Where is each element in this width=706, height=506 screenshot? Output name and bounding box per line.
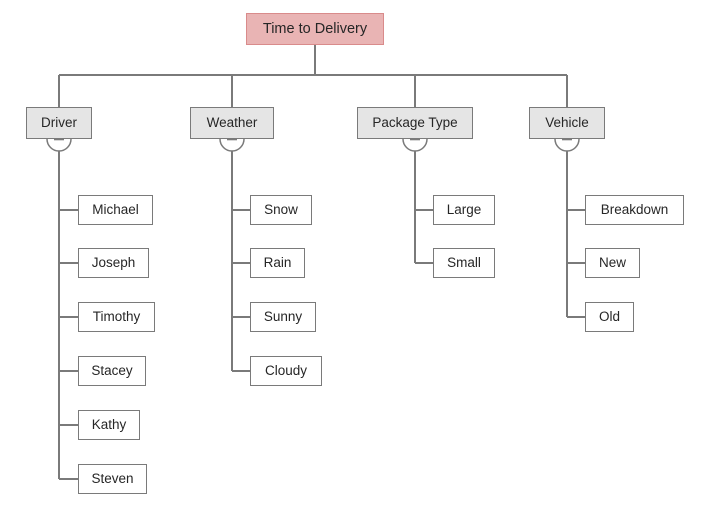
node-label: Time to Delivery xyxy=(262,20,368,37)
node-label: Small xyxy=(447,255,481,271)
node-label: Michael xyxy=(92,202,139,218)
leaf-node-cloudy[interactable]: Cloudy xyxy=(250,356,322,386)
node-label: Rain xyxy=(263,255,292,271)
leaf-node-old[interactable]: Old xyxy=(585,302,634,332)
leaf-node-new[interactable]: New xyxy=(585,248,640,278)
category-node-package-type[interactable]: Package Type xyxy=(357,107,473,139)
leaf-node-steven[interactable]: Steven xyxy=(78,464,147,494)
node-label: Package Type xyxy=(372,115,458,131)
node-label: Large xyxy=(446,202,482,218)
root-node-time-to-delivery[interactable]: Time to Delivery xyxy=(246,13,384,45)
leaf-node-small[interactable]: Small xyxy=(433,248,495,278)
node-label: Stacey xyxy=(91,363,133,379)
node-label: Snow xyxy=(264,202,298,218)
node-label: Old xyxy=(598,309,620,325)
leaf-node-stacey[interactable]: Stacey xyxy=(78,356,146,386)
leaf-node-large[interactable]: Large xyxy=(433,195,495,225)
leaf-node-sunny[interactable]: Sunny xyxy=(250,302,316,332)
leaf-node-timothy[interactable]: Timothy xyxy=(78,302,155,332)
node-label: Breakdown xyxy=(600,202,669,218)
leaf-node-breakdown[interactable]: Breakdown xyxy=(585,195,684,225)
leaf-node-rain[interactable]: Rain xyxy=(250,248,305,278)
node-label: Vehicle xyxy=(545,115,589,131)
node-label: Sunny xyxy=(263,309,303,325)
category-node-vehicle[interactable]: Vehicle xyxy=(529,107,605,139)
node-label: Cloudy xyxy=(264,363,308,379)
tree-diagram-canvas: Time to Delivery Driver Michael Joseph Timot… xyxy=(0,0,706,506)
leaf-node-kathy[interactable]: Kathy xyxy=(78,410,140,440)
category-node-weather[interactable]: Weather xyxy=(190,107,274,139)
leaf-node-michael[interactable]: Michael xyxy=(78,195,153,225)
leaf-node-snow[interactable]: Snow xyxy=(250,195,312,225)
node-label: Driver xyxy=(41,115,77,131)
node-label: Weather xyxy=(206,115,258,131)
node-label: Kathy xyxy=(91,417,127,433)
category-node-driver[interactable]: Driver xyxy=(26,107,92,139)
node-label: New xyxy=(598,255,626,271)
node-label: Timothy xyxy=(92,309,141,325)
leaf-node-joseph[interactable]: Joseph xyxy=(78,248,149,278)
node-label: Joseph xyxy=(91,255,136,271)
node-label: Steven xyxy=(91,471,134,487)
